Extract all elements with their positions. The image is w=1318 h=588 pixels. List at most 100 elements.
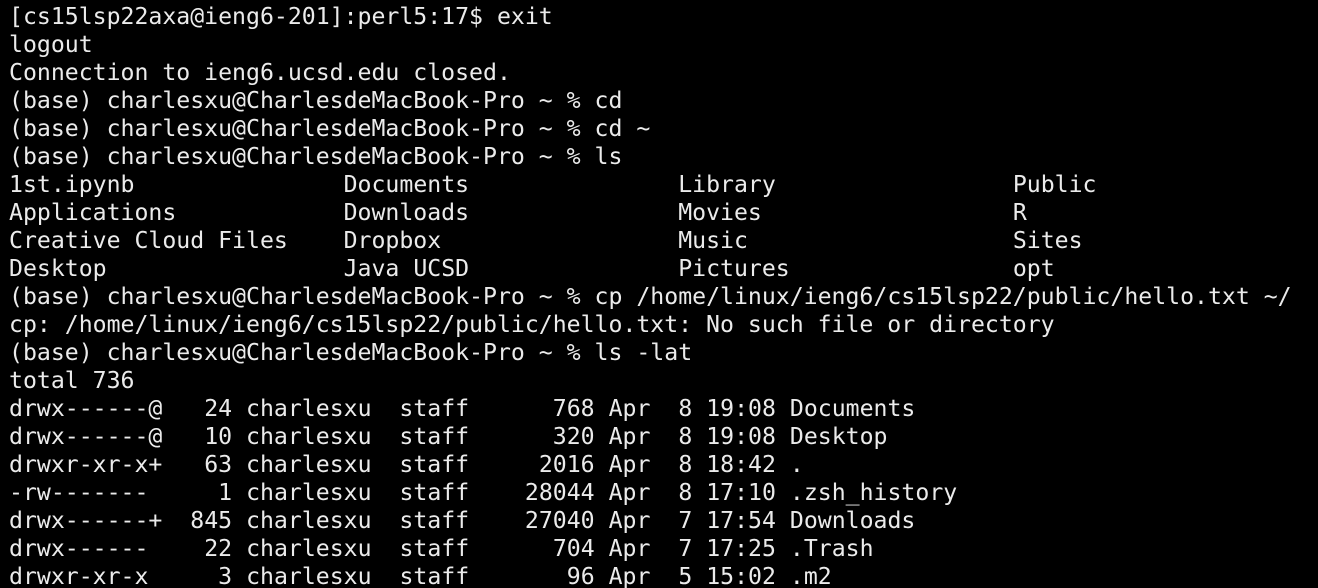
- ls-row: Creative Cloud Files Dropbox Music Sites: [9, 227, 1292, 255]
- modified-month: Apr: [608, 451, 651, 478]
- file-entry: Movies: [678, 199, 762, 226]
- file-size: 28044: [524, 479, 595, 506]
- shell-prompt: (base) charlesxu@CharlesdeMacBook-Pro ~ …: [9, 87, 595, 114]
- file-size: 2016: [538, 451, 595, 478]
- permissions: drwx------@: [9, 395, 163, 422]
- modified-month: Apr: [608, 535, 651, 562]
- command-line: (base) charlesxu@CharlesdeMacBook-Pro ~ …: [9, 339, 1292, 367]
- file-entry: Desktop: [9, 255, 107, 282]
- link-count: 845: [190, 507, 233, 534]
- listing-row: -rw------- 1 charlesxu staff 28044 Apr 8…: [9, 479, 1292, 507]
- file-entry: R: [1012, 199, 1027, 226]
- listing-row: drwxr-xr-x 3 charlesxu staff 96 Apr 5 15…: [9, 563, 1292, 588]
- output-text: cp: /home/linux/ieng6/cs15lsp22/public/h…: [9, 311, 1055, 338]
- group-name: staff: [399, 395, 470, 422]
- listing-row: drwx------+ 845 charlesxu staff 27040 Ap…: [9, 507, 1292, 535]
- link-count: 63: [204, 451, 233, 478]
- group-name: staff: [399, 535, 470, 562]
- command-line: [cs15lsp22axa@ieng6-201]:perl5:17$ exit: [9, 3, 1292, 31]
- group-name: staff: [399, 479, 470, 506]
- owner-name: charlesxu: [246, 395, 372, 422]
- modified-month: Apr: [608, 507, 651, 534]
- file-entry: Pictures: [678, 255, 790, 282]
- file-name: .m2: [789, 563, 832, 588]
- permissions: drwxr-xr-x+: [9, 451, 163, 478]
- file-size: 704: [552, 535, 595, 562]
- modified-day: 7: [678, 535, 693, 562]
- shell-prompt: (base) charlesxu@CharlesdeMacBook-Pro ~ …: [9, 283, 595, 310]
- command-text: ls: [594, 143, 623, 170]
- file-entry: Dropbox: [343, 227, 442, 254]
- file-size: 768: [552, 395, 595, 422]
- file-entry: 1st.ipynb: [9, 171, 135, 198]
- modified-day: 8: [678, 479, 693, 506]
- listing-row: drwx------@ 24 charlesxu staff 768 Apr 8…: [9, 395, 1292, 423]
- modified-day: 8: [678, 451, 693, 478]
- modified-month: Apr: [608, 563, 651, 588]
- owner-name: charlesxu: [246, 507, 372, 534]
- file-name: Desktop: [789, 423, 888, 450]
- file-name: .Trash: [789, 535, 874, 562]
- link-count: 24: [204, 395, 233, 422]
- link-count: 22: [204, 535, 233, 562]
- file-name: .: [789, 451, 804, 478]
- output-line: cp: /home/linux/ieng6/cs15lsp22/public/h…: [9, 311, 1292, 339]
- modified-time: 19:08: [706, 423, 776, 450]
- command-line: (base) charlesxu@CharlesdeMacBook-Pro ~ …: [9, 87, 1292, 115]
- modified-time: 17:25: [706, 535, 776, 562]
- output-text: total 736: [9, 367, 135, 394]
- file-name: Documents: [789, 395, 916, 422]
- file-entry: Downloads: [343, 199, 470, 226]
- modified-day: 7: [678, 507, 693, 534]
- file-entry: Public: [1012, 171, 1097, 198]
- output-line: logout: [9, 31, 1292, 59]
- output-text: Connection to ieng6.ucsd.edu closed.: [9, 59, 511, 86]
- modified-month: Apr: [608, 479, 651, 506]
- command-text: ls -lat: [594, 339, 693, 366]
- output-line: Connection to ieng6.ucsd.edu closed.: [9, 59, 1292, 87]
- command-text: cd ~: [594, 115, 651, 142]
- file-entry: opt: [1012, 255, 1055, 282]
- modified-day: 8: [678, 395, 693, 422]
- permissions: -rw-------: [9, 479, 149, 506]
- listing-row: drwx------@ 10 charlesxu staff 320 Apr 8…: [9, 423, 1292, 451]
- terminal-output: [cs15lsp22axa@ieng6-201]:perl5:17$ exit l…: [9, 3, 1292, 588]
- output-text: logout: [9, 31, 93, 58]
- permissions: drwx------: [9, 535, 149, 562]
- owner-name: charlesxu: [246, 479, 372, 506]
- command-text: exit: [496, 3, 553, 30]
- modified-time: 17:54: [706, 507, 776, 534]
- listing-row: drwx------ 22 charlesxu staff 704 Apr 7 …: [9, 535, 1292, 563]
- file-size: 96: [566, 563, 595, 588]
- ls-row: Applications Downloads Movies R: [9, 199, 1292, 227]
- terminal-window[interactable]: [cs15lsp22axa@ieng6-201]:perl5:17$ exit l…: [0, 0, 1318, 588]
- file-entry: Applications: [9, 199, 177, 226]
- output-line: total 736: [9, 367, 1292, 395]
- modified-time: 17:10: [706, 479, 776, 506]
- owner-name: charlesxu: [246, 535, 372, 562]
- command-line: (base) charlesxu@CharlesdeMacBook-Pro ~ …: [9, 143, 1292, 171]
- modified-time: 19:08: [706, 395, 776, 422]
- file-entry: Documents: [343, 171, 470, 198]
- listing-row: drwxr-xr-x+ 63 charlesxu staff 2016 Apr …: [9, 451, 1292, 479]
- shell-prompt: (base) charlesxu@CharlesdeMacBook-Pro ~ …: [9, 143, 595, 170]
- ls-row: Desktop Java UCSD Pictures opt: [9, 255, 1292, 283]
- modified-month: Apr: [608, 423, 651, 450]
- command-text: cp /home/linux/ieng6/cs15lsp22/public/he…: [594, 283, 1292, 310]
- group-name: staff: [399, 507, 470, 534]
- file-entry: Java UCSD: [343, 255, 470, 282]
- group-name: staff: [399, 423, 470, 450]
- owner-name: charlesxu: [246, 423, 372, 450]
- command-line: (base) charlesxu@CharlesdeMacBook-Pro ~ …: [9, 283, 1292, 311]
- modified-month: Apr: [608, 395, 651, 422]
- file-name: .zsh_history: [789, 479, 958, 506]
- file-entry: Creative Cloud Files: [9, 227, 288, 254]
- shell-prompt: [cs15lsp22axa@ieng6-201]:perl5:17$: [9, 3, 497, 30]
- link-count: 10: [204, 423, 233, 450]
- file-size: 320: [552, 423, 595, 450]
- file-entry: Sites: [1012, 227, 1083, 254]
- permissions: drwxr-xr-x: [9, 563, 149, 588]
- shell-prompt: (base) charlesxu@CharlesdeMacBook-Pro ~ …: [9, 339, 595, 366]
- modified-day: 5: [678, 563, 693, 588]
- permissions: drwx------+: [9, 507, 163, 534]
